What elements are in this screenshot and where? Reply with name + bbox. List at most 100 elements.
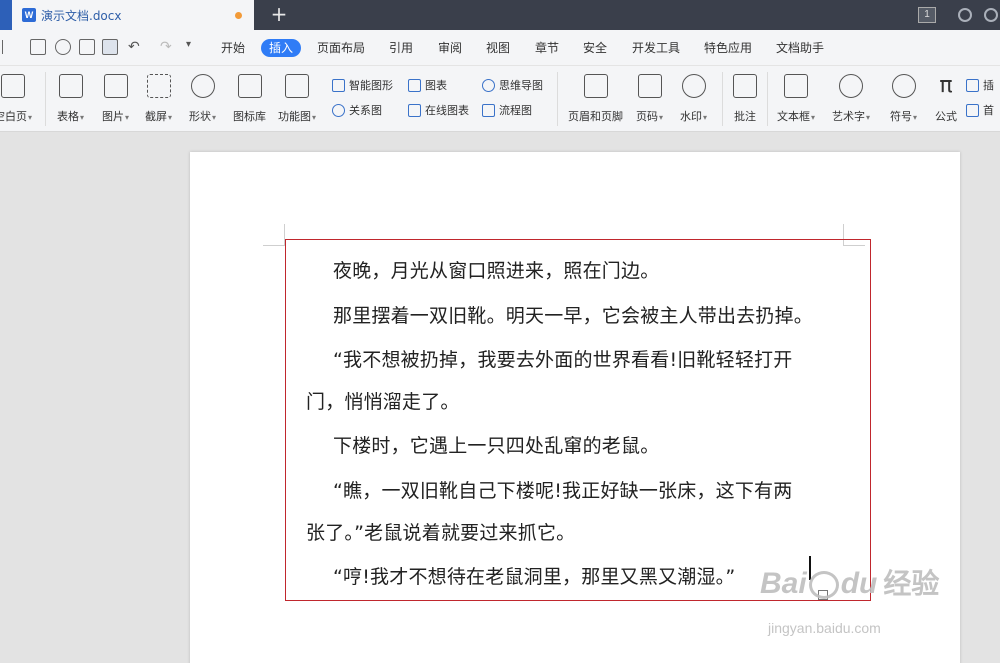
mind-map-icon [482,78,495,92]
tab-special-apps[interactable]: 特色应用 [704,39,752,57]
tab-developer[interactable]: 开发工具 [632,39,680,57]
unsaved-dot-icon [235,12,242,19]
insert-number-button[interactable]: 插 [966,77,994,93]
chart-label: 图表 [425,79,447,92]
watermark-brand2: du [840,567,878,600]
flowchart-button[interactable]: 流程图 [482,102,532,118]
undo-icon[interactable]: ↶ [128,39,144,55]
tab-review[interactable]: 审阅 [438,39,462,57]
paragraph[interactable]: 夜晚，月光从窗口照进来，照在门边。 [333,256,659,283]
tab-page-layout[interactable]: 页面布局 [317,39,365,57]
function-chart-button[interactable]: 功能图▾ [278,72,316,124]
insert-ribbon: 空白页▾ 表格▾ 图片▾ 截屏▾ 形状▾ 图标库 功能图▾ 智能图形 图表 思维… [0,66,1000,132]
save-icon[interactable] [30,39,46,55]
paragraph[interactable]: “哼!我才不想待在老鼠洞里，那里又黑又潮湿。” [333,562,735,589]
table-label: 表格 [57,110,79,123]
formula-label: 公式 [935,110,957,123]
insert-number-label: 插 [983,79,994,92]
screenshot-icon [146,74,171,98]
watermark-label: 水印 [680,110,702,123]
paw-icon [808,571,839,600]
formula-button[interactable]: π 公式 [934,72,958,124]
paragraph[interactable]: 那里摆着一双旧靴。明天一早，它会被主人带出去扔掉。 [333,301,813,328]
page-number-button[interactable]: 页码▾ [636,72,663,124]
writer-doc-icon: W [22,8,36,22]
chart-button[interactable]: 图表 [408,77,447,93]
tab-references[interactable]: 引用 [389,39,413,57]
function-chart-icon [285,74,309,98]
paragraph[interactable]: 下楼时，它遇上一只四处乱窜的老鼠。 [333,431,659,458]
icon-library-button[interactable]: 图标库 [233,72,266,124]
tab-doc-assistant[interactable]: 文档助手 [776,39,824,57]
header-footer-button[interactable]: 页眉和页脚 [568,72,623,124]
wordart-button[interactable]: 艺术字▾ [832,72,870,124]
menu-collapse-chevron-icon[interactable] [2,40,10,54]
page-count-badge[interactable]: 1 [918,7,936,23]
symbol-icon [891,74,916,98]
icon-library-icon [237,74,262,98]
share-icon[interactable] [984,8,998,22]
symbol-label: 符号 [890,110,912,123]
drop-cap-button[interactable]: 首 [966,102,994,118]
paragraph[interactable]: 张了。”老鼠说着就要过来抓它。 [306,518,575,545]
paragraph[interactable]: “瞧，一双旧靴自己下楼呢!我正好缺一张床，这下有两 [333,476,792,503]
shape-button[interactable]: 形状▾ [189,72,216,124]
document-canvas: 夜晚，月光从窗口照进来，照在门边。 那里摆着一双旧靴。明天一早，它会被主人带出去… [0,132,1000,663]
ribbon-divider [557,72,558,126]
format-painter-icon[interactable] [55,39,71,55]
smart-shape-icon [332,78,345,92]
textbox-button[interactable]: 文本框▾ [777,72,815,124]
textbox-icon [784,74,808,98]
comment-icon [733,74,757,98]
wordart-icon [839,74,863,98]
redo-icon[interactable]: ↷ [160,39,176,55]
tab-insert[interactable]: 插入 [261,39,302,57]
watermark-cn: 经验 [883,568,940,599]
print-icon[interactable] [79,39,95,55]
tab-home[interactable]: 开始 [221,39,245,57]
relation-chart-button[interactable]: 关系图 [332,102,382,118]
blank-page-icon [1,74,25,98]
title-bar: W 演示文档.docx + 1 [0,0,1000,30]
table-icon [58,74,83,98]
smart-shape-label: 智能图形 [349,79,393,92]
picture-button[interactable]: 图片▾ [102,72,129,124]
document-tab-title: 演示文档.docx [41,8,122,23]
picture-label: 图片 [102,110,124,123]
comment-button[interactable]: 批注 [733,72,757,124]
tab-chapter[interactable]: 章节 [535,39,559,57]
margin-corner-top-left [263,224,285,246]
online-chart-button[interactable]: 在线图表 [408,102,469,118]
flowchart-label: 流程图 [499,104,532,117]
page-number-label: 页码 [636,110,658,123]
symbol-button[interactable]: 符号▾ [890,72,917,124]
watermark-button[interactable]: 水印▾ [680,72,707,124]
tab-view[interactable]: 视图 [486,39,510,57]
quick-access-more-icon[interactable]: ▾ [186,39,202,55]
text-box[interactable]: 夜晚，月光从窗口照进来，照在门边。 那里摆着一双旧靴。明天一早，它会被主人带出去… [285,239,871,601]
blank-page-button[interactable]: 空白页▾ [0,72,32,124]
drop-cap-label: 首 [983,104,994,117]
online-chart-label: 在线图表 [425,104,469,117]
mind-map-button[interactable]: 思维导图 [482,77,543,93]
paragraph[interactable]: “我不想被扔掉，我要去外面的世界看看!旧靴轻轻打开 [333,345,792,372]
cloud-icon[interactable] [958,8,972,22]
pi-icon: π [939,73,953,98]
paragraph[interactable]: 门，悄悄溜走了。 [306,387,460,414]
textbox-label: 文本框 [777,110,810,123]
screenshot-button[interactable]: 截屏▾ [145,72,172,124]
mind-map-label: 思维导图 [499,79,543,92]
screenshot-label: 截屏 [145,110,167,123]
print-preview-icon[interactable] [102,39,118,55]
relation-chart-label: 关系图 [349,104,382,117]
function-chart-label: 功能图 [278,110,311,123]
document-tab[interactable]: W 演示文档.docx [12,0,254,30]
drop-cap-icon [966,103,979,117]
table-button[interactable]: 表格▾ [57,72,84,124]
new-tab-button[interactable]: + [268,3,290,25]
tab-security[interactable]: 安全 [583,39,607,57]
chart-icon [408,78,421,92]
ribbon-divider [45,72,46,126]
smart-shape-button[interactable]: 智能图形 [332,77,393,93]
header-footer-label: 页眉和页脚 [568,110,623,123]
